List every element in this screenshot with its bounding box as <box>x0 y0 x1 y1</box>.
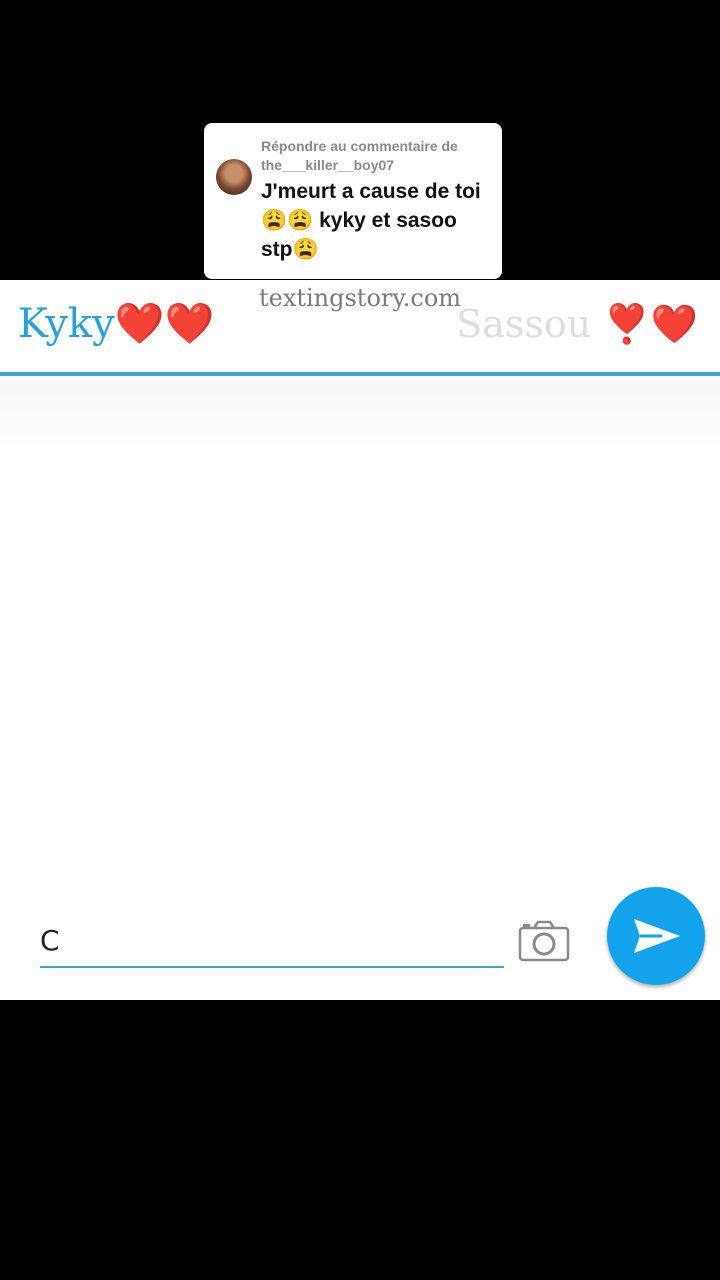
camera-icon[interactable] <box>518 920 570 962</box>
comment-reply-card: Répondre au commentaire de the___killer_… <box>204 123 502 279</box>
message-list[interactable] <box>0 380 720 880</box>
send-button[interactable] <box>607 887 705 985</box>
watermark: textingstory.com <box>258 284 462 312</box>
comment-text: J'meurt a cause de toi😩😩 kyky et sasoo s… <box>261 180 481 261</box>
message-input[interactable]: C <box>40 920 504 968</box>
chat-header: textingstory.com Kyky❤️❤️ Sassou ❣️❤️ <box>0 280 720 376</box>
chat-app: textingstory.com Kyky❤️❤️ Sassou ❣️❤️ C <box>0 280 720 1000</box>
reply-header: Répondre au commentaire de the___killer_… <box>261 138 458 173</box>
send-icon <box>634 919 680 953</box>
commenter-avatar <box>216 159 252 195</box>
